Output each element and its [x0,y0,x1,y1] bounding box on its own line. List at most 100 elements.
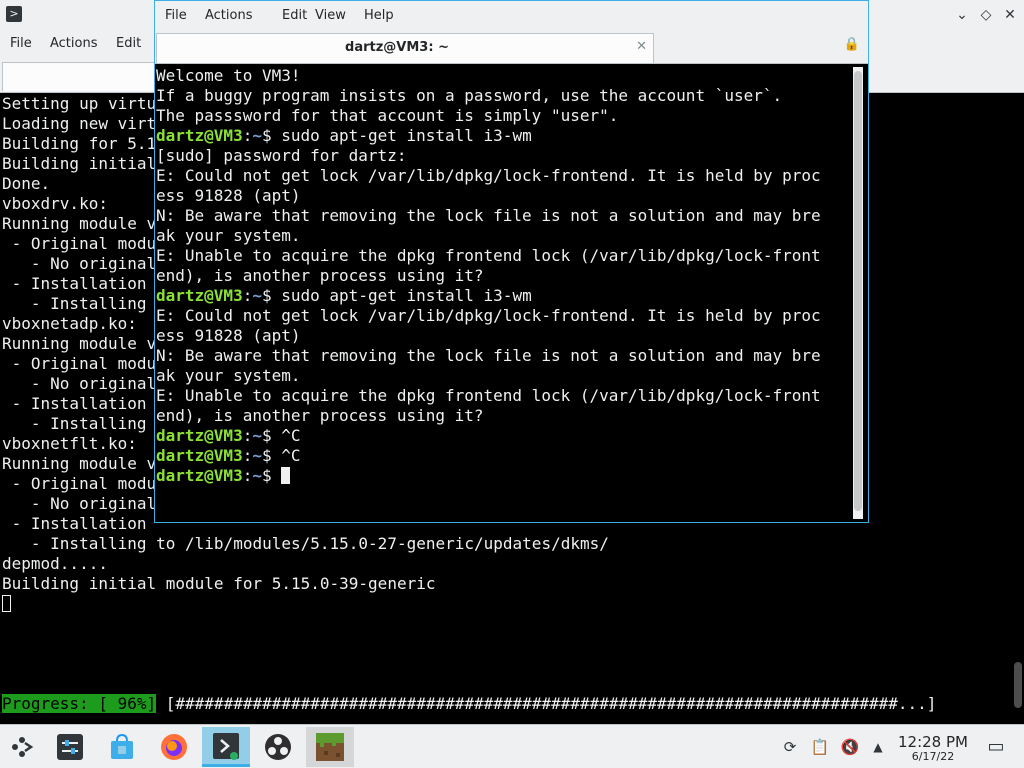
minecraft-button[interactable] [306,727,354,767]
prompt-line: dartz@VM3:~$ ^C [156,426,846,446]
prompt-separator: : [242,426,253,445]
terminal-line: E: Unable to acquire the dpkg frontend l… [156,246,821,265]
tab-title: dartz@VM3: ~ [345,40,449,55]
prompt-line: dartz@VM3:~$ sudo apt-get install i3-wm [156,286,846,306]
menu-edit[interactable]: Edit [116,30,141,58]
prompt-separator: : [242,446,253,465]
prompt-command: sudo apt-get install i3-wm [281,286,532,305]
minimize-icon[interactable]: ⌄ [952,5,972,25]
obs-studio-button[interactable] [258,727,298,767]
prompt-symbol: $ [261,126,282,145]
terminal-tab[interactable]: dartz@VM3: ~ ✕ [156,33,654,63]
prompt-user: dartz@VM3 [156,286,243,305]
terminal-line: end), is another process using it? [156,266,484,285]
system-settings-icon [57,734,83,760]
menu-actions[interactable]: Actions [205,2,253,30]
prompt-symbol: $ [261,466,282,485]
prompt-line: dartz@VM3:~$ [156,466,846,486]
terminal-cursor-line [2,594,1012,614]
system-settings-button[interactable] [50,727,90,767]
taskbar: ⟳ 📋 🔇 ▲ 12:28 PM 6/17/22 ▭ [0,724,1024,768]
tab-close-icon[interactable]: ✕ [636,39,647,54]
application-launcher-button[interactable] [2,727,42,767]
prompt-dir: ~ [252,286,262,305]
terminal-line: depmod..... [2,554,108,573]
minecraft-icon [316,733,344,761]
menu-file[interactable]: File [10,30,32,58]
terminal-line: E: Unable to acquire the dpkg frontend l… [156,386,821,405]
firefox-button[interactable] [154,727,194,767]
prompt-user: dartz@VM3 [156,426,243,445]
prompt-dir: ~ [252,426,262,445]
prompt-separator: : [242,466,253,485]
prompt-command: ^C [281,426,301,445]
terminal-output[interactable]: Welcome to VM3! If a buggy program insist… [156,66,846,521]
maximize-icon[interactable]: ◇ [976,5,996,25]
prompt-line: dartz@VM3:~$ sudo apt-get install i3-wm [156,126,846,146]
discover-store-icon [111,733,133,759]
show-hidden-icons-icon[interactable]: ▲ [868,737,888,757]
prompt-command: ^C [281,446,301,465]
terminal-line: If a buggy program insists on a password… [156,86,783,105]
terminal-line: Welcome to VM3! [156,66,301,85]
konsole-taskbar-button[interactable] [202,727,250,767]
terminal-line: ak your system. [156,366,301,385]
progress-label: Progress: [ 96%] [2,694,157,713]
discover-store-button[interactable] [102,727,142,767]
terminal-line: N: Be aware that removing the lock file … [156,206,821,225]
prompt-user: dartz@VM3 [156,126,243,145]
terminal-window: File Actions Edit View Help dartz@VM3: ~… [154,0,869,523]
menu-file[interactable]: File [165,2,187,30]
terminal-line: Building initial module for 5.15.0-39-ge… [2,574,436,593]
menubar: File Actions Edit View Help [155,1,868,31]
prompt-dir: ~ [252,466,262,485]
background-tab[interactable] [2,62,164,91]
show-desktop-icon[interactable]: ▭ [986,737,1006,757]
clock-time[interactable]: 12:28 PM [896,733,970,751]
terminal-line: - Installing to /lib/modules/5.15.0-27-g… [2,534,609,553]
menu-edit[interactable]: Edit [282,2,307,30]
clipboard-icon[interactable]: 📋 [810,737,830,757]
konsole-icon [213,732,239,760]
obs-studio-icon [265,734,291,760]
progress-line: Progress: [ 96%] [######################… [2,694,936,714]
terminal-cursor [2,595,11,612]
prompt-symbol: $ [261,426,282,445]
terminal-line: ess 91828 (apt) [156,186,301,205]
terminal-line: end), is another process using it? [156,406,484,425]
clock-date[interactable]: 6/17/22 [896,750,970,763]
prompt-user: dartz@VM3 [156,466,243,485]
terminal-cursor [281,467,291,484]
prompt-symbol: $ [261,286,282,305]
prompt-symbol: $ [261,446,282,465]
application-launcher-icon [12,737,34,757]
terminal-line: E: Could not get lock /var/lib/dpkg/lock… [156,306,821,325]
terminal-app-icon: > [6,6,22,22]
prompt-separator: : [242,126,253,145]
menu-actions[interactable]: Actions [50,30,98,58]
background-scrollbar[interactable] [1014,662,1022,708]
terminal-line: E: Could not get lock /var/lib/dpkg/lock… [156,166,821,185]
terminal-line: N: Be aware that removing the lock file … [156,346,821,365]
prompt-dir: ~ [252,446,262,465]
terminal-line: [sudo] password for dartz: [156,146,407,165]
lock-icon[interactable]: 🔒 [844,37,860,52]
firefox-icon [161,734,187,760]
volume-muted-icon[interactable]: 🔇 [840,737,860,757]
updates-icon[interactable]: ⟳ [780,737,800,757]
scrollbar-thumb[interactable] [854,71,862,511]
prompt-separator: : [242,286,253,305]
terminal-line: ak your system. [156,226,301,245]
menu-help[interactable]: Help [364,2,394,30]
close-icon[interactable]: ✕ [1000,5,1020,25]
scrollbar-track[interactable] [853,67,863,519]
prompt-dir: ~ [252,126,262,145]
prompt-user: dartz@VM3 [156,446,243,465]
progress-bar: [#######################################… [165,694,937,713]
menu-view[interactable]: View [315,2,346,30]
tabbar: dartz@VM3: ~ ✕ 🔒 [155,31,868,64]
prompt-command: sudo apt-get install i3-wm [281,126,532,145]
prompt-line: dartz@VM3:~$ ^C [156,446,846,466]
terminal-line: ess 91828 (apt) [156,326,301,345]
terminal-line: The passsword for that account is simply… [156,106,619,125]
